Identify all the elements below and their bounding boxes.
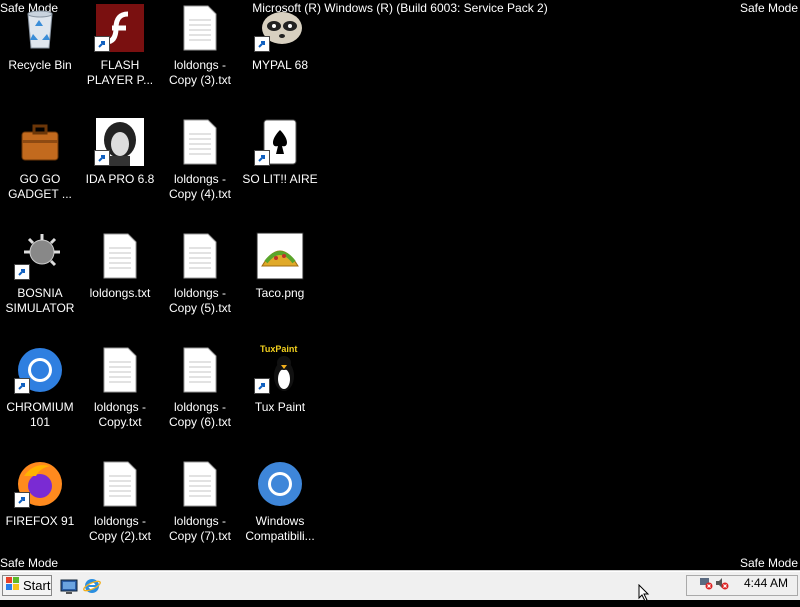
text-file-icon xyxy=(96,346,144,394)
tux-paint-icon: TuxPaint xyxy=(254,344,304,394)
shortcut-arrow-icon xyxy=(254,378,270,394)
desktop-icon-label: SO LIT!! AIRE xyxy=(242,172,318,186)
desktop-icon-loldongs-copy-4[interactable]: loldongs - Copy (4).txt xyxy=(160,114,240,226)
desktop-icon-label: Taco.png xyxy=(255,286,305,300)
desktop-icon-label: CHROMIUM 101 xyxy=(6,400,74,429)
desktop-icon-label: loldongs - Copy (7).txt xyxy=(168,514,231,543)
desktop-icon-loldongs-copy-5[interactable]: loldongs - Copy (5).txt xyxy=(160,228,240,340)
network-disconnected-icon[interactable] xyxy=(699,576,713,595)
chromium-icon xyxy=(14,346,64,394)
desktop-icon-label: BOSNIA SIMULATOR xyxy=(5,286,75,315)
shortcut-arrow-icon xyxy=(14,378,30,394)
desktop-icon-flash-player[interactable]: FLASH PLAYER P... xyxy=(80,0,160,112)
tux-paint-title-text: TuxPaint xyxy=(260,344,298,354)
text-file-icon xyxy=(96,232,144,280)
text-file-icon xyxy=(176,460,224,508)
desktop-icon-tux-paint[interactable]: TuxPaint Tux Paint xyxy=(240,342,320,454)
shortcut-arrow-icon xyxy=(94,150,110,166)
shortcut-arrow-icon xyxy=(94,36,110,52)
desktop-icon-bosnia-simulator[interactable]: BOSNIA SIMULATOR xyxy=(0,228,80,340)
desktop-icon-label: loldongs - Copy (5).txt xyxy=(168,286,231,315)
firefox-icon xyxy=(14,460,64,508)
text-file-icon xyxy=(176,4,224,52)
desktop-icon-label: loldongs - Copy (2).txt xyxy=(88,514,151,543)
volume-muted-icon[interactable] xyxy=(715,576,729,595)
shortcut-arrow-icon xyxy=(14,264,30,280)
desktop-icon-loldongs-copy-3[interactable]: loldongs - Copy (3).txt xyxy=(160,0,240,112)
start-button[interactable]: Start xyxy=(2,575,52,596)
desktop-icon-taco[interactable]: Taco.png xyxy=(240,228,320,340)
solitaire-icon xyxy=(254,118,304,166)
chrome-icon xyxy=(256,460,304,508)
mouse-cursor-icon xyxy=(638,583,652,602)
text-file-icon xyxy=(176,232,224,280)
desktop-icon-loldongs-copy-7[interactable]: loldongs - Copy (7).txt xyxy=(160,456,240,568)
taskbar-clock[interactable]: 4:44 AM xyxy=(744,576,788,590)
desktop-icon-label: IDA PRO 6.8 xyxy=(85,172,155,186)
text-file-icon xyxy=(176,118,224,166)
start-label: Start xyxy=(23,578,51,593)
desktop-icon-windows-compatibility[interactable]: Windows Compatibili... xyxy=(240,456,320,568)
desktop-icon-label: loldongs - Copy.txt xyxy=(93,400,147,429)
desktop-icon-label: Recycle Bin xyxy=(8,58,72,72)
internet-explorer-icon[interactable] xyxy=(83,577,101,595)
desktop-icon-label: loldongs - Copy (6).txt xyxy=(168,400,231,429)
desktop-icon-loldongs-copy-2[interactable]: loldongs - Copy (2).txt xyxy=(80,456,160,568)
desktop-icon-label: Windows Compatibili... xyxy=(245,514,315,543)
desktop-icon-loldongs[interactable]: loldongs.txt xyxy=(80,228,160,340)
text-file-icon xyxy=(176,346,224,394)
flash-player-icon xyxy=(94,4,144,52)
desktop-icon-mypal[interactable]: MYPAL 68 xyxy=(240,0,320,112)
desktop-icon-label: loldongs - Copy (3).txt xyxy=(168,58,231,87)
recycle-bin-icon xyxy=(16,4,64,52)
desktop-icon-label: FLASH PLAYER P... xyxy=(86,58,154,87)
desktop-icon-label: loldongs - Copy (4).txt xyxy=(168,172,231,201)
desktop-icon-label: Tux Paint xyxy=(254,400,306,414)
mace-icon xyxy=(14,232,64,280)
taskbar: Start 4:44 AM xyxy=(0,571,800,600)
safe-mode-label-top-right: Safe Mode xyxy=(739,1,798,15)
desktop-icon-label: loldongs.txt xyxy=(89,286,151,300)
show-desktop-icon[interactable] xyxy=(60,577,78,595)
text-file-icon xyxy=(96,460,144,508)
desktop-icon-loldongs-copy-6[interactable]: loldongs - Copy (6).txt xyxy=(160,342,240,454)
desktop-icon-firefox[interactable]: FIREFOX 91 xyxy=(0,456,80,568)
briefcase-icon xyxy=(16,118,64,166)
shortcut-arrow-icon xyxy=(14,492,30,508)
desktop-icon-ida-pro[interactable]: IDA PRO 6.8 xyxy=(80,114,160,226)
desktop-icon-label: FIREFOX 91 xyxy=(5,514,75,528)
desktop-icon-so-lit-aire[interactable]: SO LIT!! AIRE xyxy=(240,114,320,226)
desktop-icon-label: GO GO GADGET ... xyxy=(8,172,72,201)
desktop-icon-label: MYPAL 68 xyxy=(251,58,309,72)
shortcut-arrow-icon xyxy=(254,150,270,166)
ida-portrait-icon xyxy=(94,118,144,166)
taco-icon xyxy=(256,232,304,280)
desktop-icon-chromium[interactable]: CHROMIUM 101 xyxy=(0,342,80,454)
safe-mode-label-bottom-right: Safe Mode xyxy=(739,556,798,570)
desktop-icon-go-go-gadget[interactable]: GO GO GADGET ... xyxy=(0,114,80,226)
desktop-icon-loldongs-copy[interactable]: loldongs - Copy.txt xyxy=(80,342,160,454)
shortcut-arrow-icon xyxy=(254,36,270,52)
windows-logo-icon xyxy=(6,577,20,594)
desktop-icon-recycle-bin[interactable]: Recycle Bin xyxy=(0,0,80,112)
raccoon-icon xyxy=(254,4,304,52)
